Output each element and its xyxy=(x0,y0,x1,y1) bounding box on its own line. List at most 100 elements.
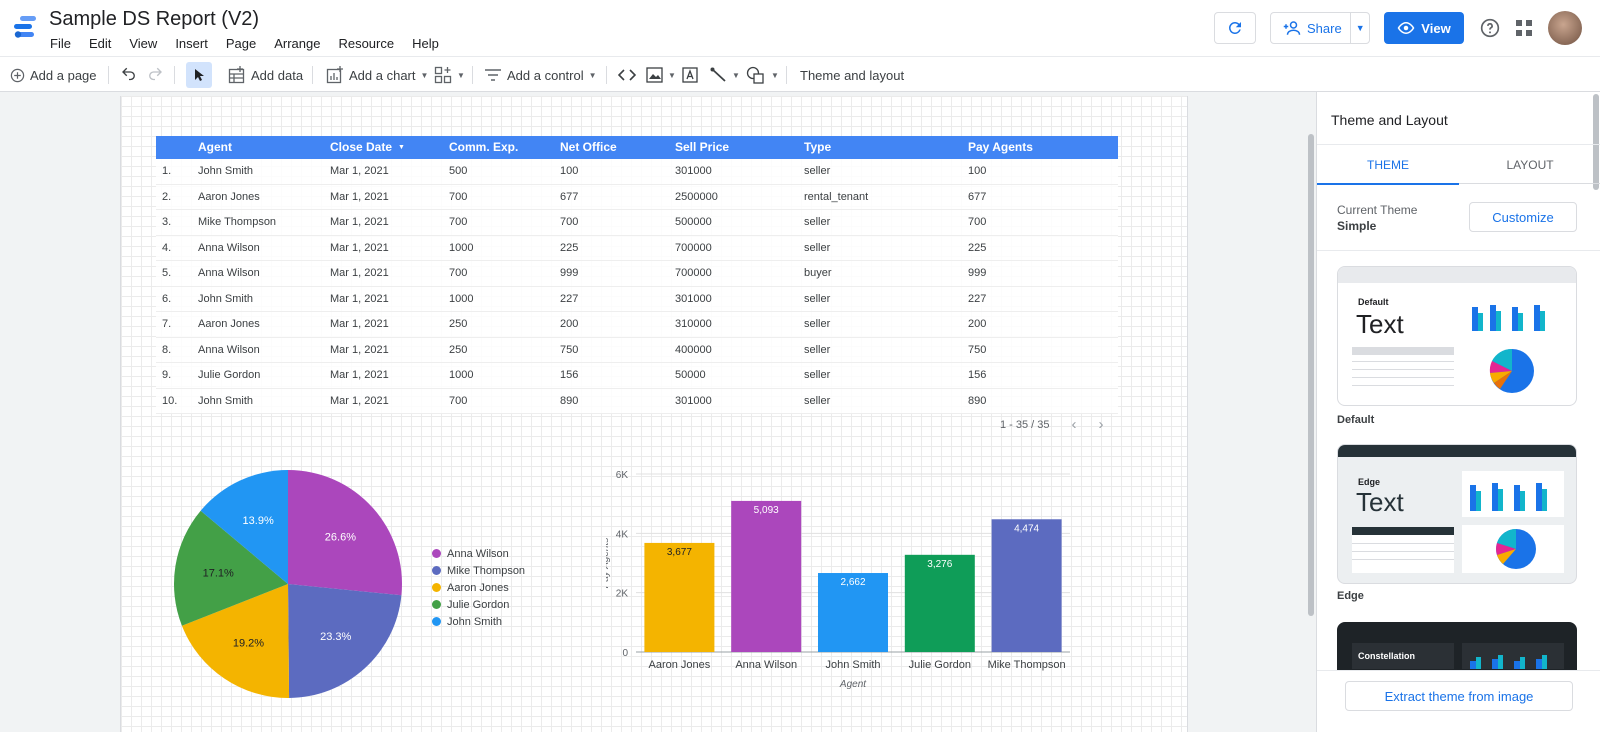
table-cell: Mar 1, 2021 xyxy=(330,292,389,305)
pie-chart[interactable]: 26.6% 23.3% 19.2% 17.1% 13.9% xyxy=(170,466,406,702)
filter-icon xyxy=(485,69,501,81)
table-cell: Aaron Jones xyxy=(198,318,260,330)
table-cell: 677 xyxy=(968,190,987,203)
y-tick-label: 4K xyxy=(616,529,629,540)
avatar[interactable] xyxy=(1548,11,1582,45)
data-studio-logo[interactable] xyxy=(12,14,38,40)
table-row[interactable]: 2. Aaron Jones Mar 1, 2021 700 677 2500000 ren… xyxy=(156,184,1118,210)
help-icon[interactable] xyxy=(1480,18,1500,38)
table-cell: 227 xyxy=(560,292,579,305)
legend-item[interactable]: John Smith xyxy=(432,613,525,630)
bar[interactable] xyxy=(644,542,715,652)
community-viz-button[interactable]: ▼ xyxy=(434,57,465,93)
menu-page[interactable]: Page xyxy=(226,36,256,51)
bar[interactable] xyxy=(731,500,802,652)
image-button[interactable]: ▼ xyxy=(646,57,676,93)
theme-card-label: Default xyxy=(1358,297,1389,307)
menu-file[interactable]: File xyxy=(50,36,71,51)
menu-insert[interactable]: Insert xyxy=(175,36,208,51)
table-row[interactable]: 10. John Smith Mar 1, 2021 700 890 301000 sell… xyxy=(156,388,1118,414)
table-row[interactable]: 9. Julie Gordon Mar 1, 2021 1000 156 50000 sel… xyxy=(156,363,1118,389)
chevron-right-icon[interactable]: › xyxy=(1099,416,1104,433)
share-button[interactable]: Share xyxy=(1271,13,1352,43)
pie-slice-label: 26.6% xyxy=(325,532,356,544)
legend-item[interactable]: Mike Thompson xyxy=(432,562,525,579)
table-row[interactable]: 8. Anna Wilson Mar 1, 2021 250 750 400000 sell… xyxy=(156,337,1118,363)
redo-button[interactable] xyxy=(146,57,164,93)
line-button[interactable]: ▼ xyxy=(710,57,740,93)
table-cell: Mar 1, 2021 xyxy=(330,165,389,177)
bar[interactable] xyxy=(991,519,1062,652)
tab-theme[interactable]: THEME xyxy=(1317,145,1459,185)
text-box-icon xyxy=(682,67,698,83)
table-cell: 225 xyxy=(560,241,579,254)
add-chart-button[interactable]: Add a chart ▼ xyxy=(326,57,428,93)
bar-chart[interactable]: 0 2K 4K 6K 3,677 Aaron Jones 5,093 Anna Wilson 2… xyxy=(606,470,1094,704)
refresh-button[interactable] xyxy=(1214,12,1256,44)
chevron-down-icon: ▼ xyxy=(668,70,676,80)
table-row[interactable]: 6. John Smith Mar 1, 2021 1000 227 301000 sell… xyxy=(156,286,1118,312)
theme-card-edge[interactable]: Edge Text xyxy=(1337,444,1577,584)
table-cell: 677 xyxy=(560,190,579,203)
share-dropdown-icon[interactable]: ▼ xyxy=(1351,23,1369,33)
theme-card-constellation[interactable]: Constellation xyxy=(1337,622,1577,670)
text-box-button[interactable] xyxy=(682,57,698,93)
table-cell: 1000 xyxy=(449,292,474,305)
table-row[interactable]: 3. Mike Thompson Mar 1, 2021 700 700 500000 se… xyxy=(156,210,1118,236)
table-row[interactable]: 4. Anna Wilson Mar 1, 2021 1000 225 700000 sel… xyxy=(156,235,1118,261)
apps-grid-icon[interactable] xyxy=(1515,19,1533,37)
menu-edit[interactable]: Edit xyxy=(89,36,111,51)
menu-help[interactable]: Help xyxy=(412,36,439,51)
select-tool-button[interactable] xyxy=(186,62,212,88)
column-header-close-date[interactable]: Close Date ▼ xyxy=(330,136,405,159)
chevron-left-icon[interactable]: ‹ xyxy=(1072,416,1077,433)
theme-card-default[interactable]: Default Text xyxy=(1337,266,1577,406)
embed-url-button[interactable] xyxy=(618,57,636,93)
legend-item[interactable]: Aaron Jones xyxy=(432,579,525,596)
legend-label: Mike Thompson xyxy=(447,564,526,577)
legend-swatch xyxy=(432,549,441,558)
extract-theme-button[interactable]: Extract theme from image xyxy=(1345,681,1573,711)
cursor-arrow-icon xyxy=(195,69,204,81)
data-table[interactable]: Agent Close Date ▼ Comm. Exp. Net Office … xyxy=(156,136,1118,414)
column-header-comm-exp[interactable]: Comm. Exp. xyxy=(449,136,518,159)
table-row[interactable]: 5. Anna Wilson Mar 1, 2021 700 999 700000 buye… xyxy=(156,261,1118,287)
table-cell: Aaron Jones xyxy=(198,190,260,203)
undo-button[interactable] xyxy=(120,57,138,93)
table-cell: 2500000 xyxy=(675,190,718,203)
column-header-sell-price[interactable]: Sell Price xyxy=(675,136,729,159)
customize-button[interactable]: Customize xyxy=(1469,202,1577,232)
table-header: Agent Close Date ▼ Comm. Exp. Net Office … xyxy=(156,136,1118,159)
add-control-button[interactable]: Add a control ▼ xyxy=(484,57,597,93)
table-row[interactable]: 1. John Smith Mar 1, 2021 500 100 301000 selle… xyxy=(156,159,1118,185)
column-header-net-office[interactable]: Net Office xyxy=(560,136,617,159)
report-title[interactable]: Sample DS Report (V2) xyxy=(49,8,259,31)
menu-view[interactable]: View xyxy=(129,36,157,51)
table-cell: 100 xyxy=(968,165,987,177)
table-cell: 225 xyxy=(968,241,987,254)
column-header-pay-agents[interactable]: Pay Agents xyxy=(968,136,1033,159)
legend-swatch xyxy=(432,600,441,609)
add-page-button[interactable]: Add a page xyxy=(10,57,97,93)
add-circle-icon xyxy=(10,68,25,82)
theme-layout-button[interactable]: Theme and layout xyxy=(800,57,904,93)
table-row[interactable]: 7. Aaron Jones Mar 1, 2021 250 200 310000 sell… xyxy=(156,312,1118,338)
legend-item[interactable]: Julie Gordon xyxy=(432,596,525,613)
table-cell: 310000 xyxy=(675,318,712,330)
add-data-button[interactable]: Add data xyxy=(228,57,303,93)
tab-layout[interactable]: LAYOUT xyxy=(1459,145,1600,185)
menu-arrange[interactable]: Arrange xyxy=(274,36,320,51)
table-cell: 5. xyxy=(162,267,172,279)
canvas-scrollbar[interactable] xyxy=(1308,134,1314,616)
bar-data-label: 3,677 xyxy=(667,547,692,558)
pagination-range: 1 - 35 / 35 xyxy=(1000,418,1050,431)
legend-item[interactable]: Anna Wilson xyxy=(432,545,525,562)
theme-card-label: Edge xyxy=(1358,477,1381,487)
menu-bar: File Edit View Insert Page Arrange Resou… xyxy=(50,36,457,51)
table-cell: 250 xyxy=(449,343,468,356)
column-header-type[interactable]: Type xyxy=(804,136,831,159)
menu-resource[interactable]: Resource xyxy=(338,36,394,51)
column-header-agent[interactable]: Agent xyxy=(198,136,232,159)
shape-button[interactable]: ▼ xyxy=(746,57,779,93)
view-button[interactable]: View xyxy=(1384,12,1464,44)
